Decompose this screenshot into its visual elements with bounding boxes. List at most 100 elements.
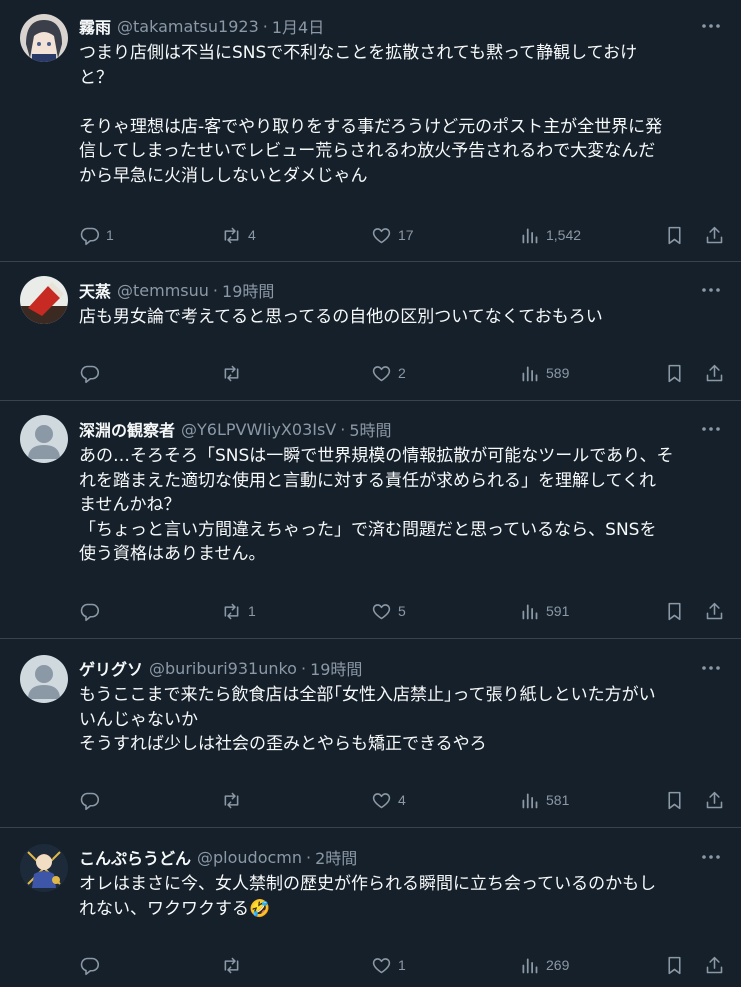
timestamp[interactable]: 2時間 [315,845,357,869]
tweet[interactable]: 霧雨 @takamatsu1923 · 1月4日 つまり店側は不当にSNSで不利… [0,0,741,262]
tweet-text: あの…そろそろ「SNSは一瞬で世界規模の情報拡散が可能なツールであり、そ れを踏… [79,444,727,567]
heart-icon [372,792,391,808]
tweet-text-line: 信してしまったせいでレビュー荒らされるわ放火予告されるわで大変なんだ [79,141,656,161]
share-button[interactable] [704,361,725,385]
views-button[interactable]: 581 [519,788,569,812]
user-handle[interactable]: @temmsuu [117,281,209,300]
reply-button[interactable]: 1 [79,223,114,247]
views-button[interactable]: 589 [519,361,569,385]
like-count: 17 [398,227,414,243]
views-icon [522,228,538,243]
tweet-text-line [79,90,727,115]
avatar[interactable] [20,844,68,892]
tweet-text-line: 「ちょっと言い方間違えちゃった」で済む問題だと思っているなら、SNSを [79,519,657,540]
like-button[interactable]: 17 [371,223,414,247]
tweet[interactable]: 天蒸 @temmsuu · 19時間 店も男女論で考えてると思ってるの自他の区別… [0,262,741,401]
repost-icon [224,365,239,381]
reply-button[interactable] [79,953,106,977]
repost-button[interactable]: 1 [221,599,256,623]
repost-icon [224,792,239,808]
more-icon[interactable] [699,16,723,36]
repost-button[interactable]: 4 [221,223,256,247]
share-icon [706,956,723,973]
heart-icon [372,957,391,973]
repost-count: 4 [248,227,256,243]
display-name[interactable]: 天蒸 [79,278,111,302]
bookmark-button[interactable] [664,953,685,977]
views-button[interactable]: 1,542 [519,223,581,247]
views-count: 589 [546,365,570,381]
like-button[interactable]: 2 [371,361,406,385]
more-icon[interactable] [699,280,723,300]
user-handle[interactable]: @ploudocmn [197,848,302,867]
share-icon [706,791,723,808]
more-icon[interactable] [699,419,723,439]
display-name[interactable]: 霧雨 [79,14,111,38]
reply-icon [80,957,100,975]
timestamp[interactable]: 1月4日 [272,14,324,38]
tweet[interactable]: ゲリグソ @buriburi931unko · 19時間 もうここまで来たら飲食… [0,639,741,828]
bookmark-icon [668,364,681,382]
avatar[interactable] [20,655,68,703]
tweet-text-line: から早急に火消ししないとダメじゃん [79,165,368,186]
timestamp[interactable]: 19時間 [310,656,362,680]
heart-icon [372,365,391,381]
tweet-text-line: もうここまで来たら飲食店は全部｢女性入店禁止｣って張り紙しといた方がい [79,685,656,705]
share-button[interactable] [704,599,725,623]
separator-dot: · [262,16,268,36]
views-button[interactable]: 269 [519,953,569,977]
repost-button[interactable] [221,788,248,812]
more-icon[interactable] [699,658,723,678]
tweet-text-line: つまり店側は不当にSNSで不利なことを拡散されても黙って静観しておけ [79,43,638,63]
share-button[interactable] [704,223,725,247]
tweet-text-line: れない、ワクワクする🤣 [79,898,271,919]
repost-button[interactable] [221,361,248,385]
views-count: 269 [546,957,570,973]
like-button[interactable]: 5 [371,599,406,623]
tweet-text-line: 店も男女論で考えてると思ってるの自他の区別ついてなくておもろい [79,307,603,327]
bookmark-button[interactable] [664,223,685,247]
reply-icon [80,792,100,810]
timestamp[interactable]: 19時間 [222,278,274,302]
repost-icon [224,603,239,619]
reply-icon [80,365,100,383]
tweet[interactable]: こんぷらうどん @ploudocmn · 2時間 オレはまさに今、女人禁制の歴史… [0,828,741,987]
bookmark-button[interactable] [664,788,685,812]
user-handle[interactable]: @Y6LPVWIiyX03IsV [181,420,336,439]
tweet-header: ゲリグソ @buriburi931unko · 19時間 [79,656,362,680]
tweet-text-line: そりゃ理想は店-客でやり取りをする事だろうけど元のポスト主が全世界に発 [79,116,663,137]
views-button[interactable]: 591 [519,599,569,623]
like-button[interactable]: 4 [371,788,406,812]
display-name[interactable]: 深淵の観察者 [79,417,175,441]
display-name[interactable]: こんぷらうどん [79,845,191,869]
reply-button[interactable] [79,361,106,385]
tweet-header: 深淵の観察者 @Y6LPVWIiyX03IsV · 5時間 [79,417,392,441]
user-handle[interactable]: @takamatsu1923 [117,17,259,36]
reply-button[interactable] [79,788,106,812]
avatar[interactable] [20,415,68,463]
tweet-actions: 2 589 [79,361,729,385]
bookmark-button[interactable] [664,599,685,623]
tweet-text-line: そうすれば少しは社会の歪みとやらも矯正できるやろ [79,734,487,754]
display-name[interactable]: ゲリグソ [79,656,143,680]
tweet[interactable]: 深淵の観察者 @Y6LPVWIiyX03IsV · 5時間 あの…そろそろ「SN… [0,401,741,639]
bookmark-button[interactable] [664,361,685,385]
avatar[interactable] [20,276,68,324]
reply-button[interactable] [79,599,106,623]
separator-dot: · [340,419,346,439]
like-button[interactable]: 1 [371,953,406,977]
share-button[interactable] [704,788,725,812]
repost-icon [224,957,239,973]
views-icon [522,604,538,619]
timestamp[interactable]: 5時間 [349,417,391,441]
heart-icon [372,227,391,243]
repost-button[interactable] [221,953,248,977]
views-icon [522,958,538,973]
bookmark-icon [668,956,681,974]
share-button[interactable] [704,953,725,977]
tweet-text-line: ませんかね？ [79,495,181,515]
user-handle[interactable]: @buriburi931unko [149,659,297,678]
avatar[interactable] [20,14,68,62]
more-icon[interactable] [699,847,723,867]
bookmark-icon [668,791,681,809]
